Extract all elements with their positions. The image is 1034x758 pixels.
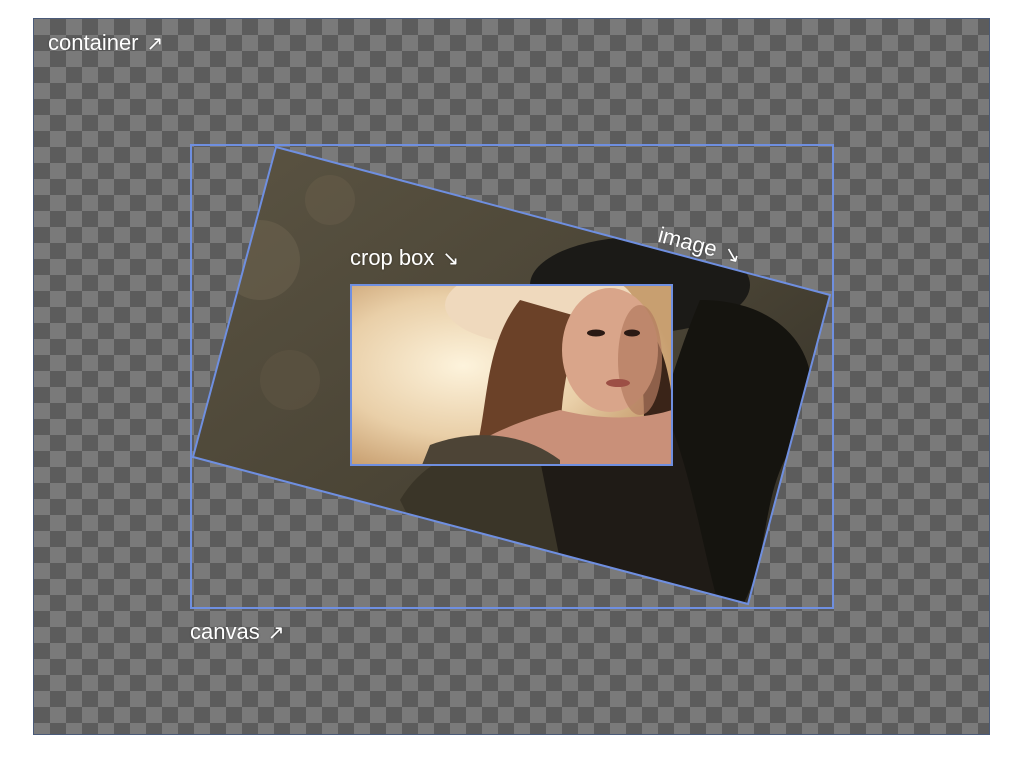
diagram-overlay [190,144,834,609]
arrow-up-right-icon: ↗ [146,33,164,55]
crop-box-label-text: crop box [350,245,435,270]
arrow-down-right-icon: ↘ [442,248,460,270]
container-label: container ↗ [48,30,163,56]
canvas-label: canvas ↗ [190,619,284,645]
crop-box-content [351,285,672,465]
container-label-text: container [48,30,139,55]
canvas-label-text: canvas [190,619,260,644]
crop-box-label: crop box ↘ [350,245,459,271]
crop-diagram: container ↗ crop box ↘ image↘ canvas ↗ [0,0,1034,758]
arrow-up-right-icon: ↗ [267,622,285,644]
